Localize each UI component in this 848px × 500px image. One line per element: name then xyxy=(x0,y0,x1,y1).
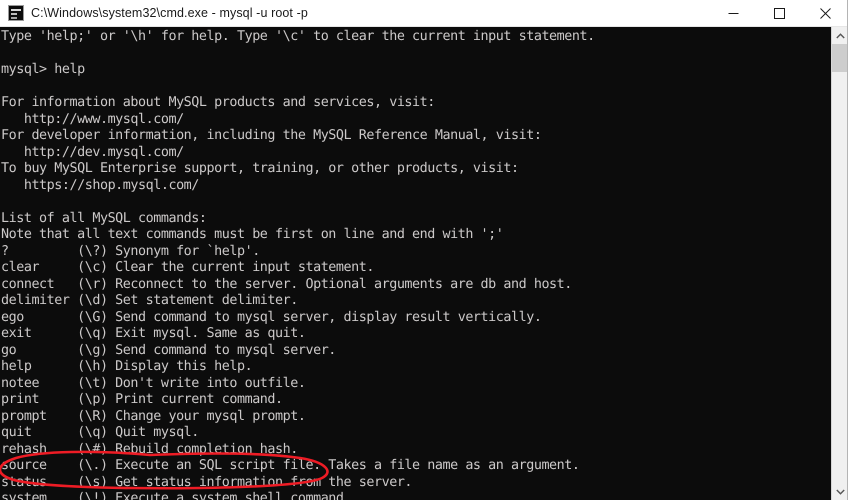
maximize-icon xyxy=(773,7,785,19)
close-icon xyxy=(819,7,831,19)
minimize-icon xyxy=(728,12,738,14)
scrollbar-down-button[interactable] xyxy=(832,483,847,500)
caption-button-group xyxy=(710,0,847,27)
scrollbar-thumb[interactable] xyxy=(832,44,847,72)
console-output-area[interactable]: Type 'help;' or '\h' for help. Type '\c'… xyxy=(0,27,831,500)
window-title: C:\Windows\system32\cmd.exe - mysql -u r… xyxy=(31,6,308,20)
scrollbar-track[interactable] xyxy=(832,44,847,483)
cmd-console-window: C:\Windows\system32\cmd.exe - mysql -u r… xyxy=(0,0,848,500)
close-button[interactable] xyxy=(802,0,847,27)
cmd-console-icon xyxy=(8,5,24,21)
title-bar[interactable]: C:\Windows\system32\cmd.exe - mysql -u r… xyxy=(0,0,847,27)
minimize-button[interactable] xyxy=(710,0,756,27)
vertical-scrollbar[interactable] xyxy=(831,27,847,500)
chevron-down-icon xyxy=(835,489,845,495)
maximize-button[interactable] xyxy=(756,0,802,27)
scrollbar-up-button[interactable] xyxy=(832,27,847,44)
chevron-up-icon xyxy=(835,32,845,38)
console-text: Type 'help;' or '\h' for help. Type '\c'… xyxy=(1,29,595,500)
